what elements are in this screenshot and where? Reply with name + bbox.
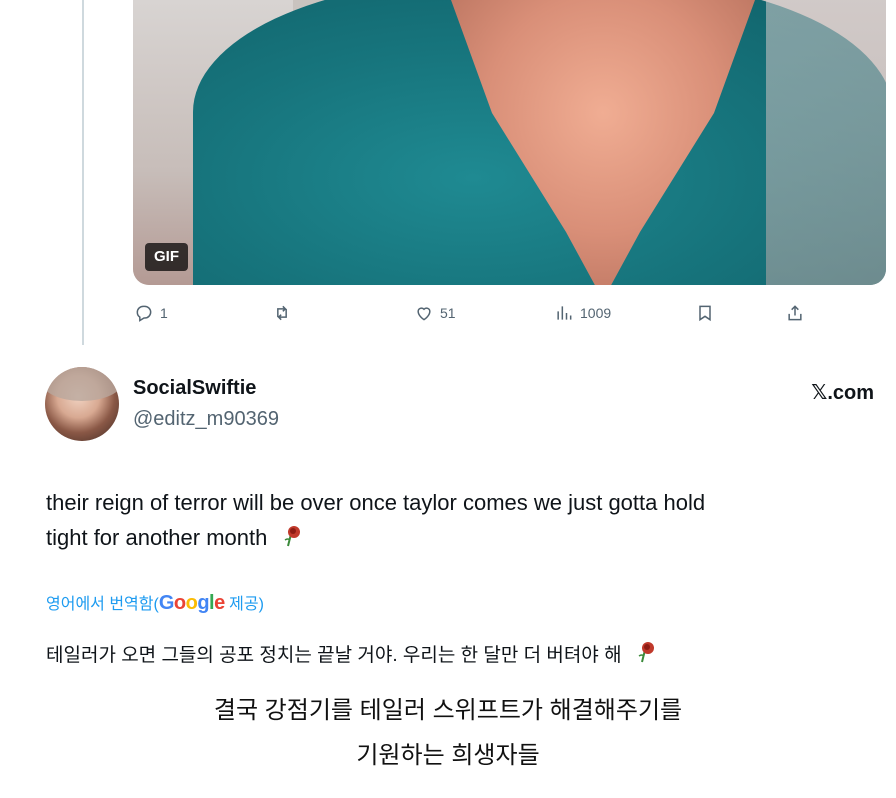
avatar-hair [45,367,119,401]
like-icon [417,307,431,321]
reply-count: 1 [160,305,168,321]
views-button[interactable]: 1009 [554,300,611,326]
rose-emoji [638,642,654,663]
reply-icon [136,305,152,322]
tweet-text-line2: tight for another month [46,525,268,550]
retweet-button[interactable] [272,300,292,326]
translated-prefix: 영어에서 번역함( [46,596,159,613]
retweet-icon [277,305,287,321]
caption-line-2: 기원하는 희생자들 [356,742,540,769]
caption-line-1: 결국 강점기를 테일러 스위프트가 해결해주기를 [213,697,683,724]
author-handle[interactable]: @editz_m90369 [133,408,279,431]
views-icon [557,306,572,320]
like-button[interactable]: 51 [414,300,456,326]
bookmark-icon [699,305,711,322]
share-button[interactable] [785,300,805,326]
source-label[interactable]: 𝕏.com [811,380,874,405]
tweet-text-line1: their reign of terror will be over once … [46,490,706,515]
tweet-actions: 1 51 1009 [0,300,896,326]
translated-text: 테일러가 오면 그들의 공포 정치는 끝날 거야. 우리는 한 달만 더 버텨야… [46,640,659,667]
gif-media[interactable] [133,0,886,285]
google-logo: Google [158,592,225,614]
rose-emoji [285,526,301,547]
share-icon [788,305,802,321]
like-count: 51 [440,305,456,321]
gif-badge: GIF [145,243,188,271]
media-background-right [766,0,886,285]
avatar[interactable] [45,367,119,441]
author-name[interactable]: SocialSwiftie [133,377,256,400]
translated-text-body: 테일러가 오면 그들의 공포 정치는 끝날 거야. 우리는 한 달만 더 버텨야… [46,645,622,666]
tweet-text: their reign of terror will be over once … [46,485,866,555]
views-count: 1009 [580,305,612,321]
translated-by-google[interactable]: 영어에서 번역함(Google 제공) [46,590,264,615]
reply-button[interactable]: 1 [134,300,168,326]
translated-suffix: 제공) [224,596,264,613]
bookmark-button[interactable] [695,300,715,326]
thread-line [82,0,84,345]
